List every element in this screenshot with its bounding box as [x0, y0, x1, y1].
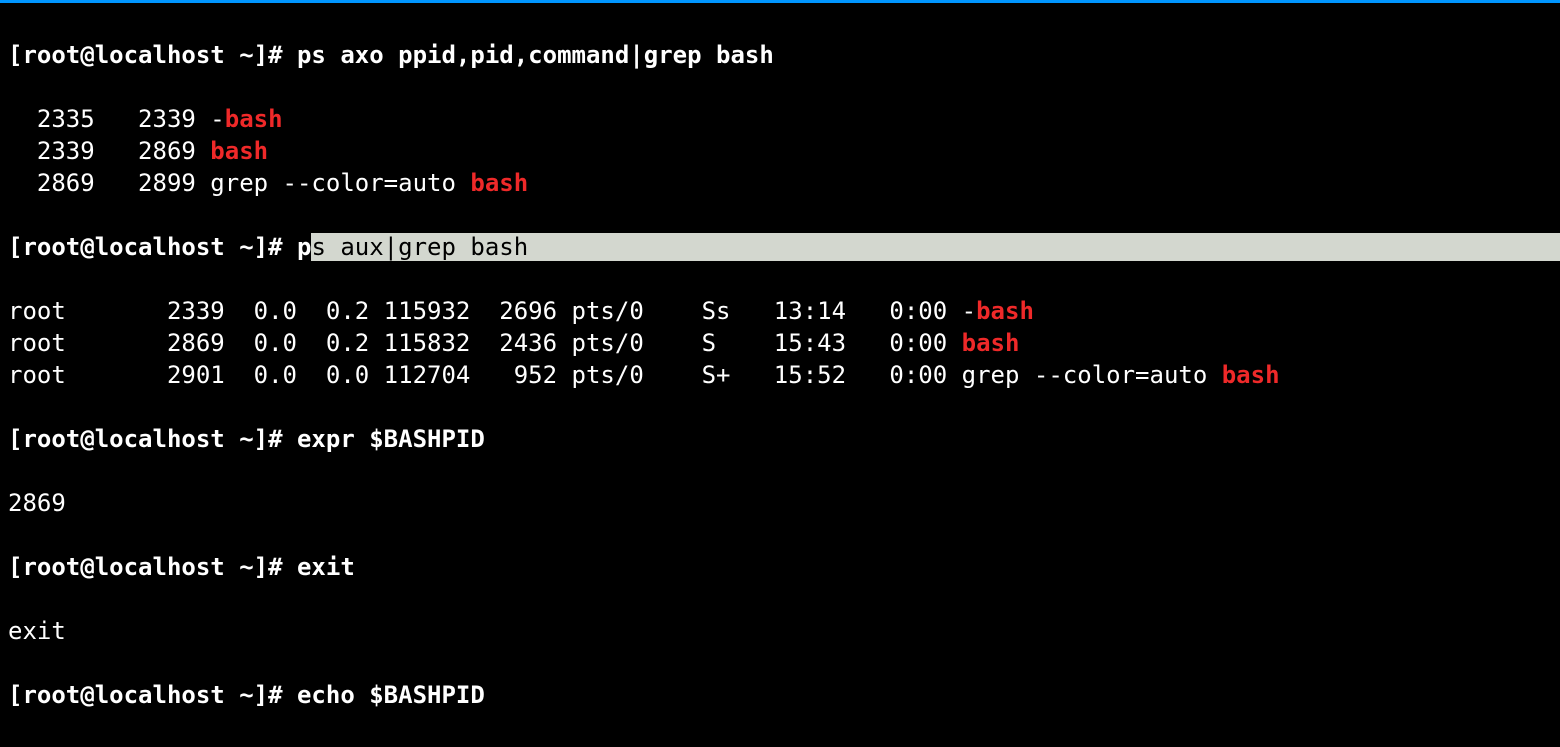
selection-tail: [528, 233, 1560, 261]
ps-aux-row: root 2901 0.0 0.0 112704 952 pts/0 S+ 15…: [8, 359, 1552, 391]
grep-match: bash: [962, 329, 1020, 357]
terminal-line: [root@localhost ~]# exit: [8, 551, 1552, 583]
shell-prompt: [root@localhost ~]#: [8, 425, 297, 453]
command-text: ps axo ppid,pid,command|grep bash: [297, 41, 774, 69]
ps-aux-output-1: root 2339 0.0 0.2 115932 2696 pts/0 Ss 1…: [8, 295, 1552, 391]
terminal-line: [root@localhost ~]# expr $BASHPID: [8, 423, 1552, 455]
command-text: exit: [297, 553, 355, 581]
shell-prompt: [root@localhost ~]#: [8, 553, 297, 581]
command-text: p: [297, 233, 311, 261]
ps-axo-row: 2335 2339 -bash: [8, 103, 1552, 135]
command-text: expr $BASHPID: [297, 425, 485, 453]
output-line: 2869: [8, 487, 1552, 519]
grep-match: bash: [976, 297, 1034, 325]
ps-axo-row: 2339 2869 bash: [8, 135, 1552, 167]
ps-axo-output-1: 2335 2339 -bash 2339 2869 bash 2869 2899…: [8, 103, 1552, 199]
terminal-line: [root@localhost ~]# ps aux|grep bash: [8, 231, 1552, 263]
ps-axo-row: 2869 2899 grep --color=auto bash: [8, 167, 1552, 199]
output-line: 2339: [8, 743, 1552, 747]
terminal-line: [root@localhost ~]# echo $BASHPID: [8, 679, 1552, 711]
command-text: echo $BASHPID: [297, 681, 485, 709]
terminal-line: [root@localhost ~]# ps axo ppid,pid,comm…: [8, 39, 1552, 71]
ps-aux-row: root 2339 0.0 0.2 115932 2696 pts/0 Ss 1…: [8, 295, 1552, 327]
shell-prompt: [root@localhost ~]#: [8, 233, 297, 261]
grep-match: bash: [470, 169, 528, 197]
terminal[interactable]: [root@localhost ~]# ps axo ppid,pid,comm…: [0, 3, 1560, 747]
ps-aux-row: root 2869 0.0 0.2 115832 2436 pts/0 S 15…: [8, 327, 1552, 359]
selected-text[interactable]: s aux|grep bash: [311, 233, 528, 261]
grep-match: bash: [210, 137, 268, 165]
shell-prompt: [root@localhost ~]#: [8, 41, 297, 69]
shell-prompt: [root@localhost ~]#: [8, 681, 297, 709]
grep-match: bash: [1222, 361, 1280, 389]
grep-match: bash: [225, 105, 283, 133]
output-line: exit: [8, 615, 1552, 647]
